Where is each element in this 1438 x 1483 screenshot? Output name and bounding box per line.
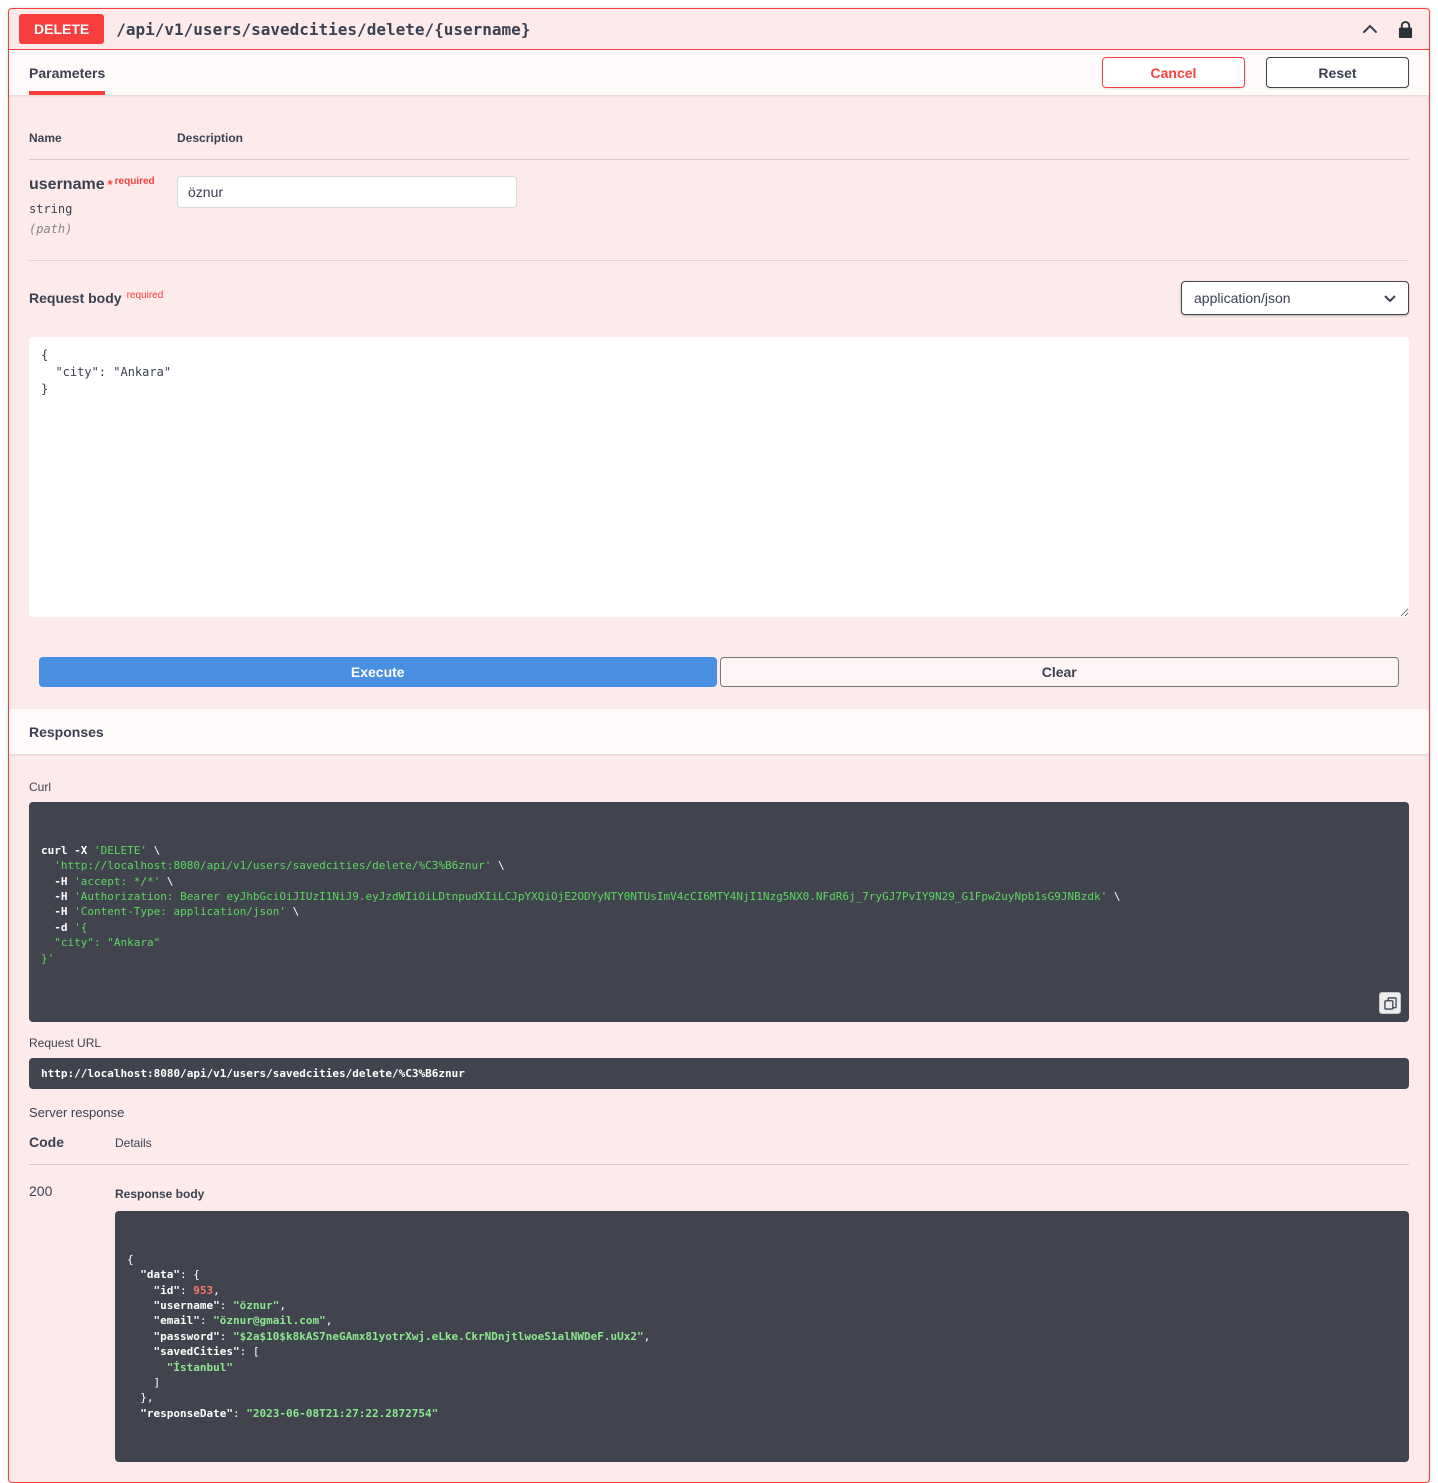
column-header-description: Description xyxy=(177,131,244,145)
curl-command-text: curl -X 'DELETE' \ 'http://localhost:808… xyxy=(41,843,1121,965)
column-header-code: Code xyxy=(29,1134,64,1151)
responses-title: Responses xyxy=(29,723,104,740)
column-header-details: Details xyxy=(115,1136,152,1151)
parameters-table: Name Description username * required strin… xyxy=(9,95,1429,261)
operation-block-delete: DELETE /api/v1/users/savedcities/delete/… xyxy=(8,8,1430,1483)
copy-to-clipboard-icon[interactable] xyxy=(1379,992,1401,1015)
request-body-editor[interactable]: { "city": "Ankara" } xyxy=(29,337,1409,617)
tab-parameters[interactable]: Parameters xyxy=(29,50,106,95)
column-header-name: Name xyxy=(29,131,62,145)
response-body-text: { "data": { "id": 953, "username": "öznu… xyxy=(127,1252,651,1420)
server-response-row: 200 Response body { "data": { "id": 953,… xyxy=(29,1165,1409,1462)
param-type: string xyxy=(29,202,73,216)
endpoint-path: /api/v1/users/savedcities/delete/{userna… xyxy=(116,19,531,39)
responses-content: Curl curl -X 'DELETE' \ 'http://localhos… xyxy=(9,754,1429,1482)
lock-icon[interactable] xyxy=(1398,20,1413,39)
param-name: username * required xyxy=(29,176,155,193)
chevron-down-icon xyxy=(1384,290,1396,306)
reset-button[interactable]: Reset xyxy=(1266,57,1409,88)
required-label: required xyxy=(114,176,155,187)
execute-row: Execute Clear xyxy=(39,657,1399,687)
status-code: 200 xyxy=(29,1183,53,1200)
parameters-table-header: Name Description xyxy=(29,115,1409,160)
curl-label: Curl xyxy=(29,780,52,794)
request-body-label: Request body xyxy=(29,290,122,306)
server-response-label: Server response xyxy=(29,1105,125,1121)
content-type-select[interactable]: application/json xyxy=(1181,281,1409,315)
param-location: (path) xyxy=(29,222,73,236)
responses-section-header: Responses xyxy=(9,709,1429,754)
username-input[interactable] xyxy=(177,176,517,208)
request-url-value: http://localhost:8080/api/v1/users/saved… xyxy=(29,1058,1409,1090)
execute-button[interactable]: Execute xyxy=(39,657,717,687)
server-response-table-header: Code Details xyxy=(29,1120,1409,1166)
content-type-value: application/json xyxy=(1194,290,1291,306)
response-body-block: { "data": { "id": 953, "username": "öznu… xyxy=(115,1211,1409,1462)
parameter-row-username: username * required string (path) xyxy=(29,160,1409,261)
request-url-label: Request URL xyxy=(29,1036,102,1051)
operation-summary[interactable]: DELETE /api/v1/users/savedcities/delete/… xyxy=(9,9,1429,50)
cancel-button[interactable]: Cancel xyxy=(1102,57,1245,88)
request-body-required-label: required xyxy=(126,289,164,301)
request-body-header: Request body required application/json xyxy=(9,261,1429,327)
collapse-chevron-icon[interactable] xyxy=(1360,19,1380,39)
curl-command-block: curl -X 'DELETE' \ 'http://localhost:808… xyxy=(29,802,1409,1023)
response-body-label: Response body xyxy=(115,1187,205,1202)
clear-button[interactable]: Clear xyxy=(719,657,1399,687)
http-method-badge: DELETE xyxy=(19,14,105,44)
required-star: * xyxy=(107,177,113,192)
parameters-section-header: Parameters Cancel Reset xyxy=(9,50,1429,95)
